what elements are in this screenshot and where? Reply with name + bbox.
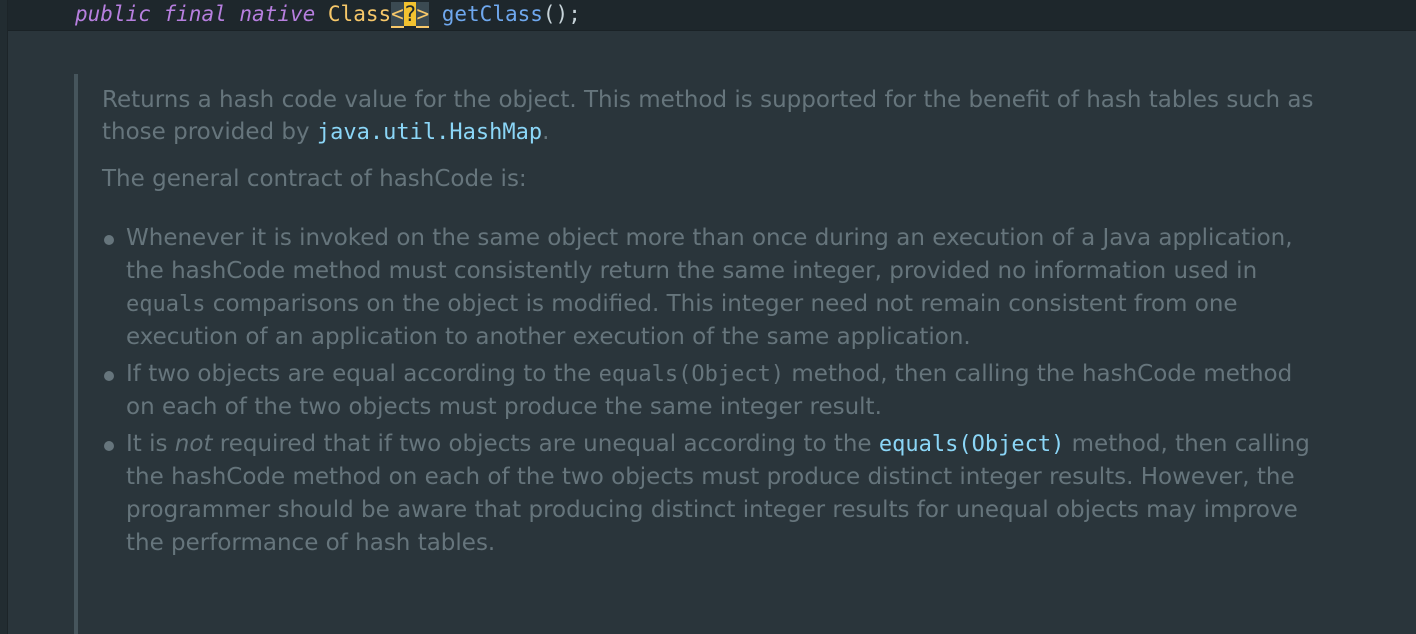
inline-code-hashcode: hashCode — [1081, 361, 1197, 387]
inline-code-hashcode: hashCode — [171, 258, 286, 284]
list-item: If two objects are equal according to th… — [102, 358, 1322, 424]
bullet-dot-icon — [104, 441, 114, 451]
doc-paragraph-intro: Returns a hash code value for the object… — [102, 87, 1314, 145]
editor-gutter — [0, 0, 8, 634]
generic-angle-open: < — [391, 2, 404, 28]
bullet-dot-icon — [104, 371, 114, 381]
doc-paragraph-contract: The general contract of hashCode is: — [102, 166, 527, 192]
emphasis-not: not — [174, 431, 213, 457]
generic-angle-close: > — [416, 2, 430, 28]
inline-code-equals: equals — [126, 292, 206, 317]
method-get-class[interactable]: getClass — [442, 2, 543, 26]
keyword-final: final — [163, 2, 227, 26]
code-line-get-class[interactable]: public final native Class<?> getClass(); — [8, 0, 1416, 31]
keyword-public: public — [75, 2, 151, 26]
editor-pane: public final native Class<?> getClass();… — [0, 0, 1416, 634]
list-item: Whenever it is invoked on the same objec… — [102, 222, 1322, 354]
bullet-dot-icon — [104, 235, 114, 245]
generic-wildcard: ? — [403, 2, 417, 26]
javadoc-popup: Returns a hash code value for the object… — [74, 74, 1354, 634]
code-trailing-punct: (); — [542, 2, 581, 26]
type-class[interactable]: Class — [328, 2, 391, 26]
link-java-util-hashmap[interactable]: java.util.HashMap — [317, 120, 542, 145]
doc-contract-list: Whenever it is invoked on the same objec… — [102, 222, 1322, 564]
link-equals-object[interactable]: equals(Object) — [879, 432, 1064, 457]
inline-code-hashcode: hashCode — [171, 464, 286, 490]
list-item: It is not required that if two objects a… — [102, 428, 1322, 560]
keyword-native: native — [239, 2, 316, 26]
inline-code-equals-object: equals(Object) — [598, 362, 785, 387]
